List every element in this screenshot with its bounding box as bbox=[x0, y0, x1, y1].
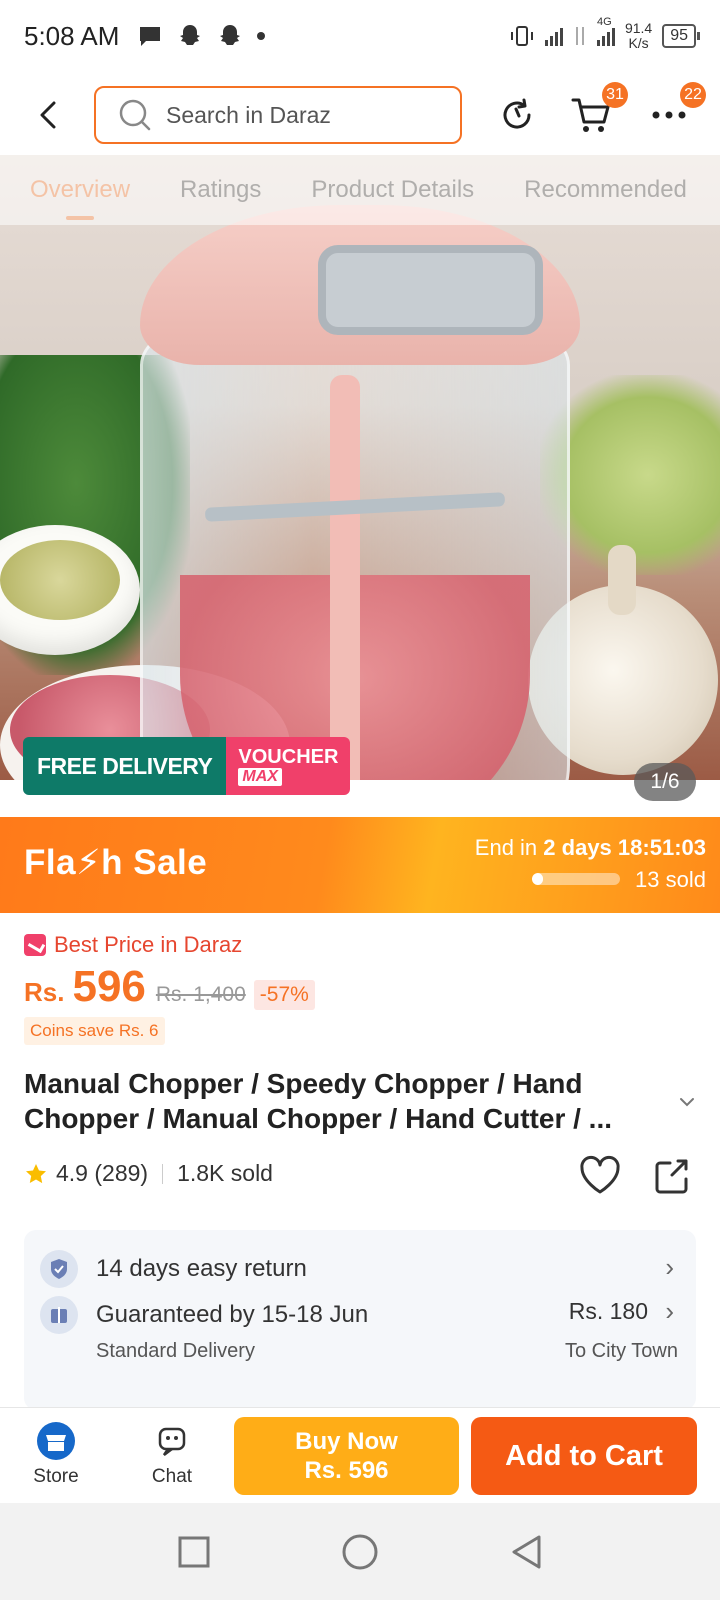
chevron-right-icon: › bbox=[665, 1296, 674, 1326]
flash-sale-title: Fla⚡h Sale bbox=[24, 843, 208, 882]
flash-sold-count: 13 sold bbox=[635, 867, 706, 892]
snapchat-icon bbox=[180, 25, 201, 45]
countdown-time: 18:51:03 bbox=[617, 835, 706, 860]
best-price-icon bbox=[24, 934, 46, 956]
return-policy-row[interactable]: 14 days easy return bbox=[40, 1250, 680, 1288]
countdown-days: 2 days bbox=[543, 835, 612, 860]
notification-icons bbox=[137, 23, 266, 49]
coins-save-badge: Coins save Rs. 6 bbox=[24, 1017, 165, 1045]
more-dots-icon bbox=[652, 111, 686, 119]
tab-product-details[interactable]: Product Details bbox=[311, 176, 474, 204]
chat-label: Chat bbox=[151, 1466, 193, 1487]
voucher-max-badge: VOUCHER MAX bbox=[226, 737, 351, 795]
top-nav: 31 22 bbox=[0, 80, 720, 150]
rating-value: 4.9 bbox=[56, 1160, 88, 1186]
share-button[interactable] bbox=[652, 1157, 692, 1197]
voucher-label: VOUCHER bbox=[238, 746, 339, 768]
back-triangle-icon[interactable] bbox=[509, 1534, 543, 1570]
chevron-right-icon: › bbox=[665, 1252, 674, 1282]
chevron-down-icon bbox=[680, 1098, 694, 1107]
buy-now-label: Buy Now bbox=[295, 1428, 398, 1455]
discount-badge: -57% bbox=[253, 980, 315, 1010]
delivery-location: To City Town bbox=[564, 1340, 678, 1362]
search-input[interactable] bbox=[166, 101, 426, 129]
snapchat-icon bbox=[220, 25, 241, 45]
rating-row[interactable]: 4.9 (289) 1.8K sold bbox=[24, 1160, 273, 1187]
home-circle-icon[interactable] bbox=[341, 1533, 379, 1571]
signal-icon bbox=[544, 26, 563, 46]
refresh-history-icon bbox=[503, 98, 531, 129]
tab-overview[interactable]: Overview bbox=[30, 176, 130, 220]
history-button[interactable] bbox=[492, 90, 542, 140]
star-icon bbox=[26, 1163, 46, 1183]
service-card: 14 days easy return › Guaranteed by 15-1… bbox=[24, 1230, 696, 1410]
delivery-guarantee-text: Guaranteed by 15-18 Jun bbox=[96, 1301, 369, 1328]
voucher-sub-label: MAX bbox=[238, 768, 282, 786]
network-speed-value: 91.4 bbox=[624, 20, 653, 36]
delivery-box-icon bbox=[40, 1296, 78, 1334]
recents-square-icon[interactable] bbox=[177, 1535, 211, 1569]
shield-check-icon bbox=[40, 1250, 78, 1288]
cart-badge: 31 bbox=[602, 82, 628, 108]
more-badge: 22 bbox=[680, 82, 706, 108]
price-currency: Rs. bbox=[24, 977, 65, 1007]
best-price-text: Best Price in Daraz bbox=[54, 932, 243, 957]
product-title: Manual Chopper / Speedy Chopper / Hand C… bbox=[24, 1068, 613, 1134]
back-button[interactable] bbox=[24, 91, 72, 139]
cart-button[interactable]: 31 bbox=[566, 82, 628, 140]
share-icon bbox=[655, 1159, 688, 1194]
status-bar: 5:08 AM 4G 91.4 K/s 95 bbox=[0, 0, 720, 72]
network-type: 4G bbox=[596, 16, 612, 28]
review-count: (289) bbox=[94, 1160, 149, 1186]
network-speed: 91.4 K/s bbox=[625, 21, 652, 51]
buy-now-button[interactable]: Buy Now Rs. 596 bbox=[234, 1417, 459, 1495]
chat-icon bbox=[158, 1427, 186, 1456]
return-policy-text: 14 days easy return bbox=[96, 1255, 307, 1282]
tab-ratings[interactable]: Ratings bbox=[180, 176, 261, 204]
status-right: 4G 91.4 K/s 95 bbox=[509, 16, 700, 51]
current-price: 596 bbox=[72, 962, 146, 1011]
store-label: Store bbox=[33, 1466, 79, 1487]
free-delivery-badge: FREE DELIVERY bbox=[23, 737, 227, 795]
flash-sale-progress-fill bbox=[532, 873, 543, 885]
price-row: Rs. 596 Rs. 1,400 -57% bbox=[24, 962, 315, 1012]
wishlist-button[interactable] bbox=[578, 1155, 622, 1199]
chat-button[interactable]: Chat bbox=[132, 1420, 212, 1488]
heart-icon bbox=[580, 1155, 620, 1194]
status-time: 5:08 AM bbox=[24, 20, 120, 51]
original-price: Rs. 1,400 bbox=[155, 983, 246, 1006]
add-to-cart-button[interactable]: Add to Cart bbox=[471, 1417, 697, 1495]
search-bar[interactable] bbox=[94, 86, 462, 144]
vibrate-icon bbox=[510, 26, 533, 46]
tab-recommended[interactable]: Recommended bbox=[524, 176, 687, 204]
flash-sale-countdown: End in 2 days 18:51:03 bbox=[475, 835, 706, 861]
delivery-price: Rs. 180 bbox=[568, 1298, 648, 1324]
network-speed-unit: K/s bbox=[628, 35, 649, 51]
flash-sale-banner[interactable]: Fla⚡h Sale End in 2 days 18:51:03 13 sol… bbox=[0, 817, 720, 913]
delivery-type: Standard Delivery bbox=[96, 1340, 255, 1362]
system-navigation-bar bbox=[0, 1503, 720, 1600]
bottom-action-bar: Store Chat Buy Now Rs. 596 Add to Cart bbox=[0, 1407, 720, 1503]
product-image[interactable] bbox=[0, 155, 720, 780]
buy-now-price: Rs. 596 bbox=[304, 1457, 389, 1484]
data-arrows-icon bbox=[575, 27, 584, 45]
expand-title-button[interactable] bbox=[675, 1090, 699, 1114]
battery-icon: 95 bbox=[662, 24, 700, 48]
chevron-left-icon bbox=[40, 101, 56, 129]
search-icon bbox=[119, 99, 151, 131]
store-icon bbox=[37, 1422, 75, 1460]
countdown-prefix: End in bbox=[474, 835, 538, 860]
signal-4g-icon: 4G bbox=[596, 16, 615, 46]
more-button[interactable]: 22 bbox=[644, 82, 706, 140]
more-notifications-dot bbox=[257, 32, 266, 40]
section-tabs: Overview Ratings Product Details Recomme… bbox=[0, 155, 720, 225]
flash-sale-progress bbox=[532, 873, 620, 885]
chat-bubble-icon bbox=[140, 27, 161, 46]
best-price-label: Best Price in Daraz bbox=[24, 932, 242, 958]
store-button[interactable]: Store bbox=[16, 1420, 96, 1488]
sold-count: 1.8K sold bbox=[177, 1160, 273, 1186]
promo-badge: FREE DELIVERY VOUCHER MAX bbox=[23, 737, 351, 795]
image-counter: 1/6 bbox=[634, 763, 696, 801]
